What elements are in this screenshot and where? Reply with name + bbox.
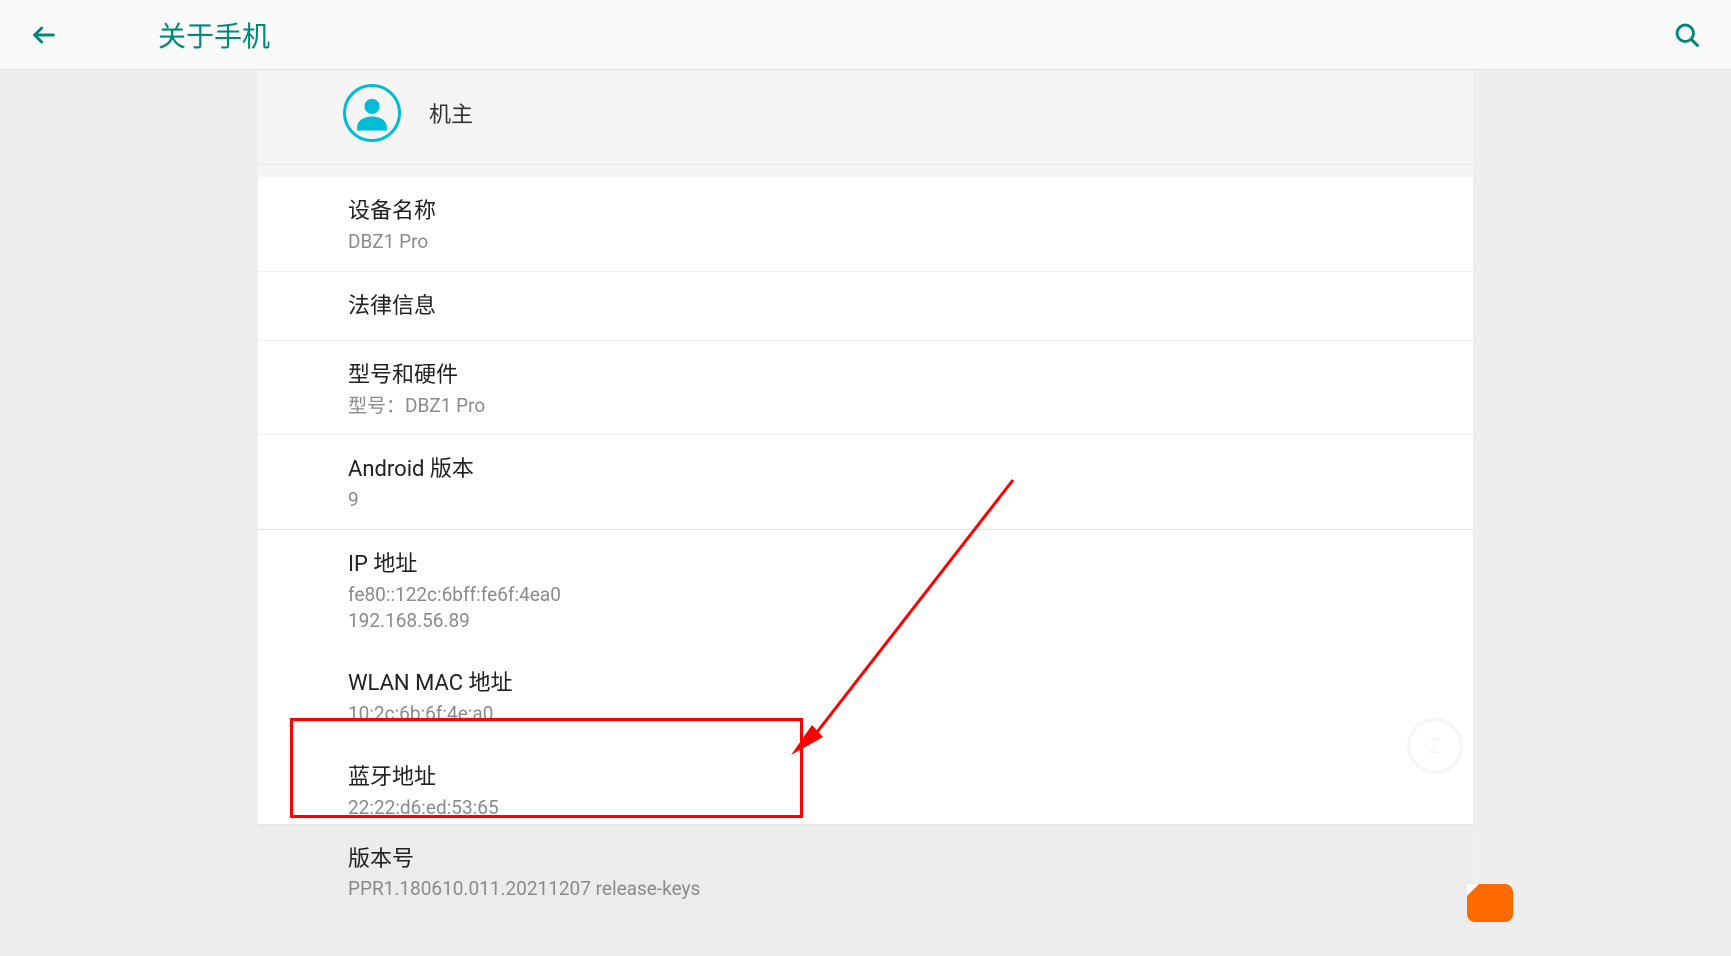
content-panel: 机主 设备名称 DBZ1 Pro 法律信息 型号和硬件 型号：DBZ1 Pro … [258,70,1473,930]
item-build-number[interactable]: 版本号 PPR1.180610.011.20211207 release-key… [258,825,1473,930]
item-title: WLAN MAC 地址 [348,665,1383,697]
item-title: IP 地址 [348,546,1383,578]
page-title: 关于手机 [158,15,270,55]
item-device-name[interactable]: 设备名称 DBZ1 Pro [258,177,1473,272]
person-icon [351,92,393,134]
item-model-hardware[interactable]: 型号和硬件 型号：DBZ1 Pro [258,341,1473,436]
avatar [343,84,401,142]
item-title: 法律信息 [348,288,1383,320]
item-bluetooth-address[interactable]: 蓝牙地址 22:22:d6:ed:53:65 [258,743,1473,825]
owner-row[interactable]: 机主 [258,70,1473,165]
item-android-version[interactable]: Android 版本 9 [258,435,1473,529]
item-ip-address[interactable]: IP 地址 fe80::122c:6bff:fe6f:4ea0 192.168.… [258,530,1473,649]
item-value: 9 [348,487,1383,513]
search-button[interactable] [1663,11,1711,59]
item-value: 22:22:d6:ed:53:65 [348,795,1383,821]
item-legal-info[interactable]: 法律信息 [258,272,1473,341]
search-icon [1673,21,1701,49]
item-title: 型号和硬件 [348,357,1383,389]
item-wlan-mac[interactable]: WLAN MAC 地址 10:2c:6b:6f:4e:a0 [258,649,1473,743]
back-button[interactable] [20,11,68,59]
item-title: 版本号 [348,841,1383,873]
item-value-line1: fe80::122c:6bff:fe6f:4ea0 [348,582,1383,608]
item-title: 蓝牙地址 [348,759,1383,791]
item-title: Android 版本 [348,451,1383,483]
svg-text:Z: Z [1429,735,1441,759]
header-bar: 关于手机 [0,0,1731,70]
item-value: DBZ1 Pro [348,229,1383,255]
item-value: PPR1.180610.011.20211207 release-keys [348,877,1383,900]
item-value: 10:2c:6b:6f:4e:a0 [348,701,1383,727]
corner-badge-icon [1467,884,1513,922]
owner-label: 机主 [429,97,473,129]
watermark-icon: Z [1405,716,1465,780]
item-title: 设备名称 [348,193,1383,225]
item-value: 型号：DBZ1 Pro [348,393,1383,419]
back-arrow-icon [30,21,58,49]
item-value-line2: 192.168.56.89 [348,608,1383,634]
